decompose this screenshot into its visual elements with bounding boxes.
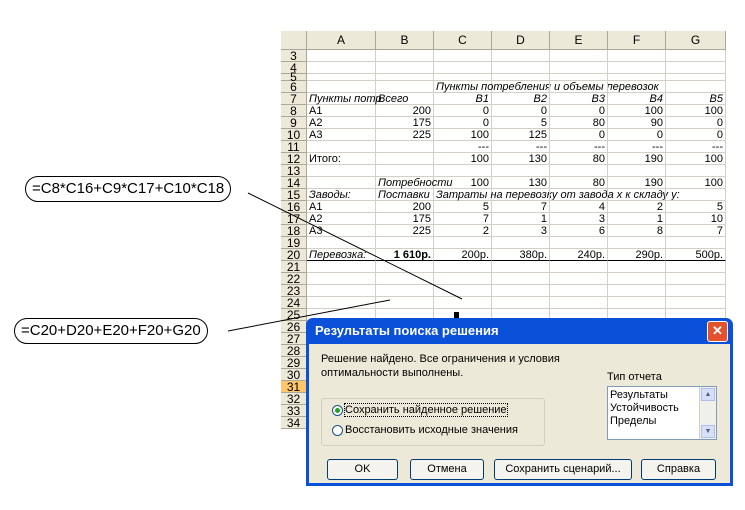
scroll-down-icon[interactable]: ▼	[701, 425, 715, 438]
report-type-label: Тип отчета	[607, 371, 662, 383]
result-message: Решение найдено. Все ограничения и услов…	[321, 353, 560, 379]
save-scenario-button[interactable]: Сохранить сценарий...	[494, 459, 632, 480]
formula-callout-1: =C8*C16+C9*C17+C10*C18	[25, 176, 232, 202]
solver-results-dialog: Результаты поиска решения ✕ Решение найд…	[306, 318, 733, 486]
help-button[interactable]: Справка	[641, 459, 716, 480]
callout1-line	[247, 192, 463, 300]
cancel-button[interactable]: Отмена	[410, 459, 484, 480]
dialog-title: Результаты поиска решения	[315, 323, 499, 338]
radio-unchecked-icon[interactable]	[332, 424, 343, 436]
close-icon[interactable]: ✕	[707, 321, 728, 342]
dialog-body: Решение найдено. Все ограничения и услов…	[309, 344, 730, 483]
formula-callout-2: =C20+D20+E20+F20+G20	[14, 318, 208, 344]
report-item-limits[interactable]: Пределы	[610, 415, 656, 427]
solution-option-group: Сохранить найденное решение Восстановить…	[321, 398, 545, 446]
scroll-up-icon[interactable]: ▲	[701, 388, 715, 401]
dialog-title-bar[interactable]: Результаты поиска решения ✕	[309, 318, 730, 344]
radio-restore-values[interactable]: Восстановить исходные значения	[332, 424, 518, 436]
report-item-sensitivity[interactable]: Устойчивость	[610, 402, 679, 414]
ok-button[interactable]: OK	[327, 459, 398, 480]
radio-checked-icon[interactable]	[332, 404, 343, 416]
report-item-results[interactable]: Результаты	[610, 389, 668, 401]
radio-keep-solution[interactable]: Сохранить найденное решение	[332, 403, 508, 417]
report-list-scrollbar[interactable]: ▲ ▼	[699, 387, 716, 439]
report-type-list[interactable]: Результаты Устойчивость Пределы ▲ ▼	[607, 386, 717, 440]
